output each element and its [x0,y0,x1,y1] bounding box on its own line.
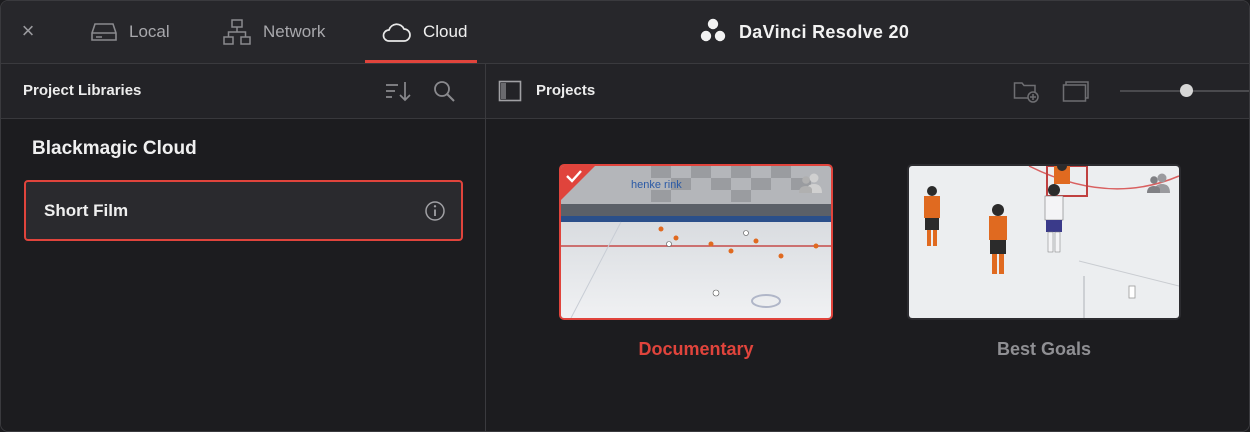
cloud-icon [381,21,411,43]
project-card-documentary[interactable]: henke rink Documentary [559,164,833,359]
library-item-label: Short Film [44,201,129,220]
thumbnail-size-slider-knob[interactable] [1180,84,1193,97]
project-libraries-header: Project Libraries [1,64,485,119]
projects-panel: Projects henke rink Documentary Best Goa… [486,64,1249,431]
project-thumbnail: henke rink [559,164,833,320]
tab-cloud-label: Cloud [423,22,468,41]
projects-title: Projects [536,82,596,99]
project-card-best-goals[interactable]: Best Goals [907,164,1181,359]
sidebar-toggle-icon[interactable] [498,79,524,105]
view-mode-icon[interactable] [1062,79,1089,105]
app-title: DaVinci Resolve 20 [699,1,909,63]
network-icon [223,19,251,45]
tab-network-label: Network [263,22,326,41]
info-icon[interactable] [424,200,446,222]
top-bar: × Local Network Cloud DaVinci Resolve 20 [1,1,1249,64]
davinci-logo-icon [699,18,727,47]
hockey-rink-image: henke rink [561,166,831,318]
sort-icon[interactable] [384,79,411,105]
tab-local-label: Local [129,22,170,41]
svg-text:henke rink: henke rink [631,179,682,191]
tab-cloud[interactable]: Cloud [364,1,478,63]
new-folder-icon[interactable] [1013,79,1039,105]
blackmagic-cloud-heading: Blackmagic Cloud [32,138,197,159]
tab-local[interactable]: Local [91,1,170,63]
project-libraries-panel: Project Libraries Blackmagic Cloud Short… [1,64,486,431]
hard-drive-icon [91,21,117,43]
library-item-short-film[interactable]: Short Film [24,180,463,241]
project-manager-window: × Local Network Cloud DaVinci Resolve 20… [0,0,1250,432]
app-title-text: DaVinci Resolve 20 [739,21,910,42]
close-button[interactable]: × [19,20,37,42]
projects-header: Projects [486,64,1249,119]
shared-users-icon [1145,172,1173,194]
checkmark-icon [565,169,583,183]
shared-users-icon [797,172,825,194]
project-libraries-title: Project Libraries [23,82,142,99]
project-name: Best Goals [996,339,1092,359]
hockey-players-image [909,166,1179,318]
project-name: Documentary [638,339,754,359]
search-icon[interactable] [432,79,458,105]
tab-network[interactable]: Network [223,1,325,63]
project-thumbnail [907,164,1181,320]
